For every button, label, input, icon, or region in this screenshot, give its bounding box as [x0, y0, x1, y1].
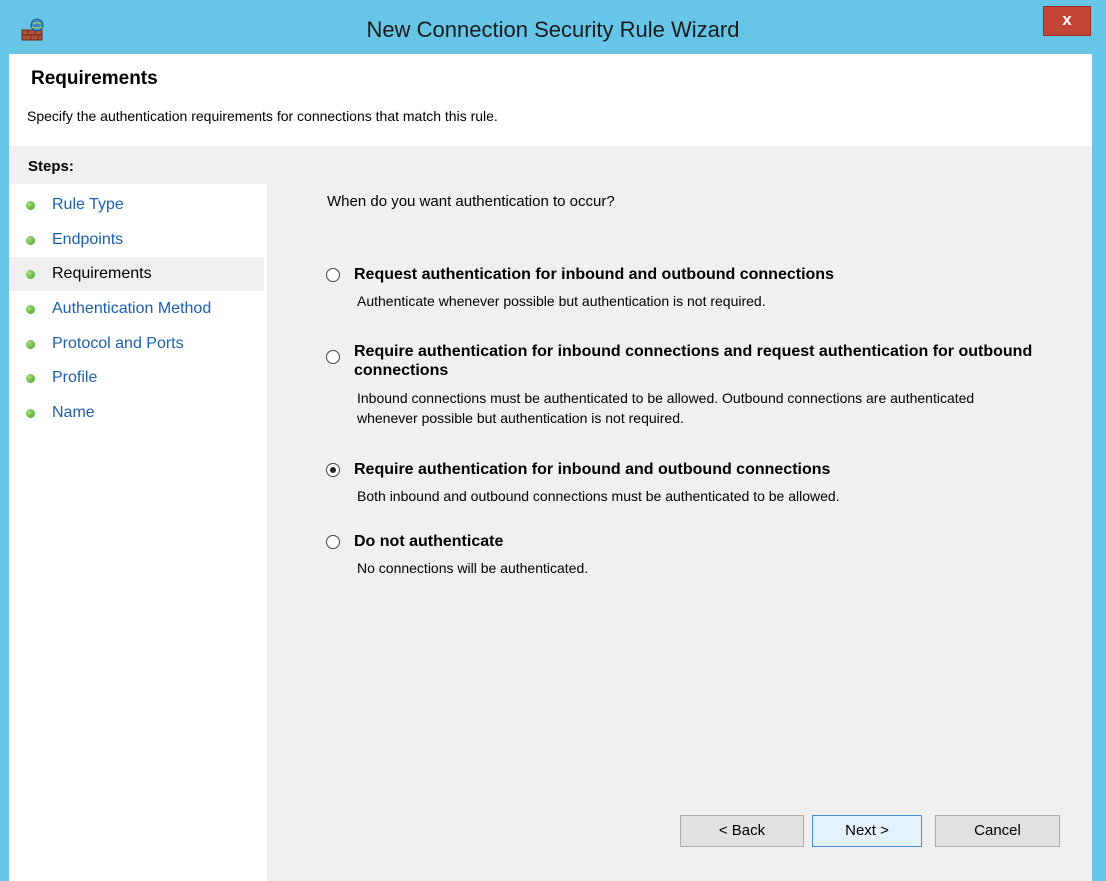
- option-description: Both inbound and outbound connections mu…: [357, 488, 840, 504]
- auth-question: When do you want authentication to occur…: [327, 193, 615, 210]
- radio-button[interactable]: [326, 268, 340, 282]
- radio-button[interactable]: [326, 535, 340, 549]
- step-status-icon: [26, 374, 35, 383]
- radio-button[interactable]: [326, 350, 340, 364]
- option-description: Authenticate whenever possible but authe…: [357, 293, 766, 309]
- sidebar-item-rule-type[interactable]: Rule Type: [9, 188, 264, 222]
- option-description: Inbound connections must be authenticate…: [357, 390, 975, 426]
- back-button[interactable]: < Back: [680, 815, 804, 847]
- close-button[interactable]: x: [1043, 6, 1091, 36]
- sidebar-item-label: Protocol and Ports: [52, 335, 184, 352]
- sidebar-item-endpoints[interactable]: Endpoints: [9, 223, 264, 257]
- sidebar-item-protocol-and-ports[interactable]: Protocol and Ports: [9, 327, 264, 361]
- sidebar-item-label: Profile: [52, 369, 98, 386]
- step-status-icon: [26, 270, 35, 279]
- option-label[interactable]: Require authentication for inbound and o…: [354, 460, 1044, 479]
- step-status-icon: [26, 409, 35, 418]
- sidebar-item-label: Requirements: [52, 265, 152, 282]
- sidebar-item-authentication-method[interactable]: Authentication Method: [9, 292, 264, 326]
- sidebar-item-name[interactable]: Name: [9, 396, 264, 430]
- page-subtitle: Specify the authentication requirements …: [27, 108, 498, 124]
- steps-heading: Steps:: [9, 148, 267, 184]
- requirements-panel: When do you want authentication to occur…: [269, 148, 1092, 881]
- radio-button[interactable]: [326, 463, 340, 477]
- step-status-icon: [26, 305, 35, 314]
- option-label[interactable]: Require authentication for inbound conne…: [354, 342, 1044, 380]
- option-label[interactable]: Request authentication for inbound and o…: [354, 265, 1044, 284]
- step-status-icon: [26, 236, 35, 245]
- sidebar-item-label: Endpoints: [52, 231, 124, 248]
- step-status-icon: [26, 201, 35, 210]
- page-title: Requirements: [31, 68, 158, 89]
- next-button[interactable]: Next >: [812, 815, 922, 847]
- wizard-header: Requirements Specify the authentication …: [9, 54, 1092, 146]
- sidebar-item-label: Rule Type: [52, 196, 124, 213]
- cancel-button[interactable]: Cancel: [935, 815, 1060, 847]
- option-label[interactable]: Do not authenticate: [354, 532, 1044, 551]
- window-title: New Connection Security Rule Wizard: [366, 17, 740, 42]
- title-bar[interactable]: New Connection Security Rule Wizard x: [0, 0, 1106, 54]
- steps-sidebar: Steps: Rule Type Endpoints Requirements …: [9, 148, 267, 881]
- sidebar-item-label: Name: [52, 404, 95, 421]
- sidebar-item-profile[interactable]: Profile: [9, 361, 264, 395]
- sidebar-item-label: Authentication Method: [52, 300, 212, 317]
- option-description: No connections will be authenticated.: [357, 560, 589, 576]
- wizard-window: Requirements Specify the authentication …: [9, 54, 1092, 881]
- step-status-icon: [26, 340, 35, 349]
- sidebar-item-requirements[interactable]: Requirements: [9, 257, 264, 291]
